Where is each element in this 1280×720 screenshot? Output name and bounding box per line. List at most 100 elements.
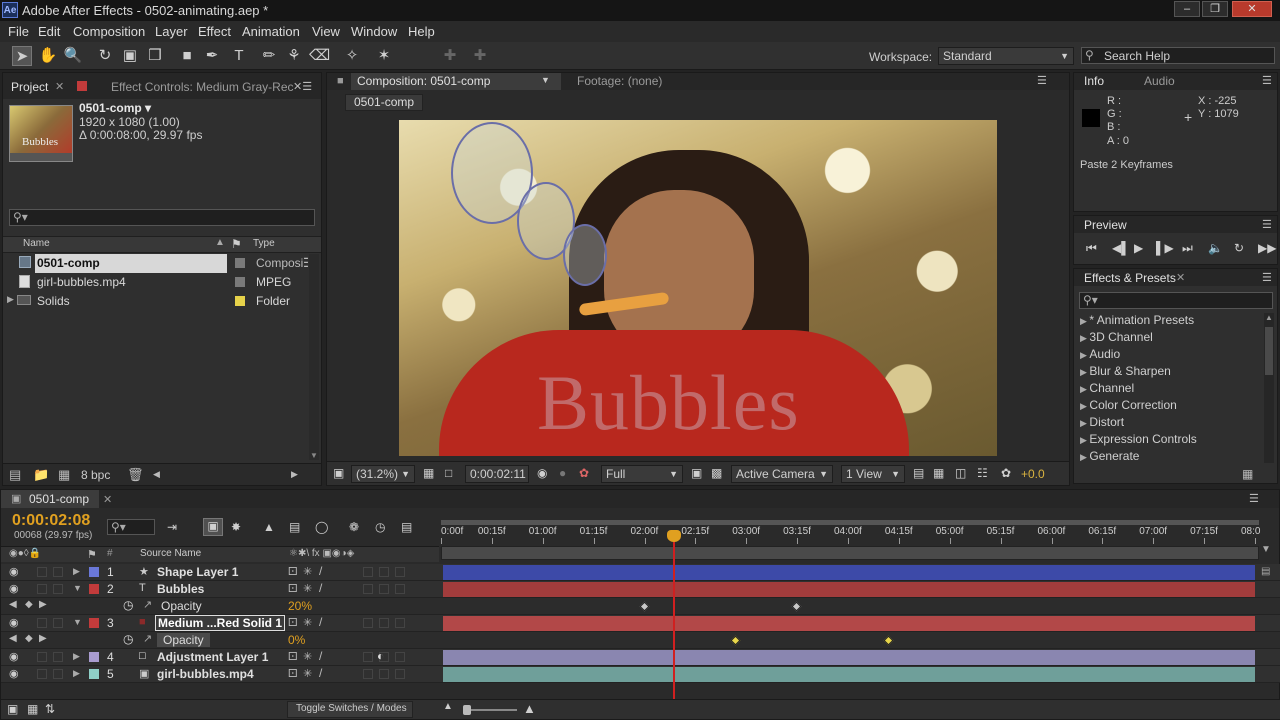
- layer-row[interactable]: ◉ ▼ 3 ■ Medium ...Red Solid 1 ⚀ ✳ /: [1, 615, 1280, 632]
- composition-viewer[interactable]: Bubbles: [399, 120, 997, 456]
- quality-switch-icon[interactable]: /: [319, 666, 322, 680]
- label-color-swatch[interactable]: [89, 584, 99, 594]
- label-color-swatch[interactable]: [89, 669, 99, 679]
- expand-arrow-icon[interactable]: ▶: [73, 566, 80, 577]
- solo-box[interactable]: [37, 669, 47, 679]
- effect-switch-box[interactable]: [363, 669, 373, 679]
- source-name-header[interactable]: Source Name: [140, 548, 201, 559]
- rectangle-tool-icon[interactable]: ■: [177, 46, 197, 66]
- layer-row[interactable]: ◉ ▶ 1 ★ Shape Layer 1 ⚀ ✳ /: [1, 564, 1280, 581]
- shy-switch-icon[interactable]: ⚀: [288, 616, 298, 629]
- panel-menu-icon[interactable]: ☰: [1249, 492, 1259, 505]
- close-button[interactable]: ✕: [1232, 1, 1272, 17]
- toggle-switches-modes-button[interactable]: Toggle Switches / Modes: [287, 701, 413, 718]
- chevron-down-icon[interactable]: ▼: [73, 583, 82, 593]
- menu-animation[interactable]: Animation: [242, 24, 300, 39]
- mask-visibility-icon[interactable]: □: [445, 466, 452, 480]
- motion-blur-box[interactable]: [379, 584, 389, 594]
- layer-name[interactable]: Shape Layer 1: [157, 565, 238, 579]
- scroll-up-icon[interactable]: ▲: [1265, 313, 1273, 322]
- menu-window[interactable]: Window: [351, 24, 397, 39]
- show-snapshot-icon[interactable]: ●: [559, 466, 566, 480]
- solo-box[interactable]: [37, 618, 47, 628]
- eye-icon[interactable]: ◉: [9, 667, 19, 680]
- restore-button[interactable]: ❐: [1202, 1, 1228, 17]
- label-color-swatch[interactable]: [235, 296, 245, 306]
- resolution-dropdown[interactable]: Full ▼: [601, 465, 683, 483]
- shy-switch-icon[interactable]: ⚀: [288, 582, 298, 595]
- scroll-left-icon[interactable]: ◀: [153, 469, 160, 480]
- effect-category[interactable]: ▶ Generate: [1080, 449, 1139, 463]
- close-icon[interactable]: ✕: [1176, 271, 1185, 284]
- next-keyframe-icon[interactable]: ▶: [39, 633, 47, 644]
- new-composition-icon[interactable]: ▦: [58, 467, 70, 483]
- shy-switch-icon[interactable]: ⚀: [288, 650, 298, 663]
- loop-icon[interactable]: ↻: [1234, 241, 1244, 255]
- always-preview-icon[interactable]: ▣: [333, 466, 344, 480]
- lock-box[interactable]: [53, 669, 63, 679]
- effect-category[interactable]: ▶ Audio: [1080, 347, 1120, 361]
- quality-switch-icon[interactable]: /: [319, 615, 322, 629]
- tab-info[interactable]: Info: [1084, 74, 1104, 88]
- menu-effect[interactable]: Effect: [198, 24, 231, 39]
- tab-timeline-comp[interactable]: ▣ 0501-comp: [1, 490, 99, 508]
- panel-menu-icon[interactable]: ☰: [1262, 271, 1272, 284]
- title-action-safe-icon[interactable]: ▦: [423, 466, 434, 480]
- draft-3d-icon[interactable]: ✸: [231, 520, 241, 534]
- tab-footage[interactable]: Footage: (none): [577, 74, 662, 88]
- brainstorm-icon[interactable]: ❁: [349, 520, 359, 534]
- menu-file[interactable]: File: [8, 24, 29, 39]
- property-row[interactable]: ◀ ◆ ▶ ◷ ↗ Opacity 20%: [1, 598, 1280, 615]
- shy-switch-icon[interactable]: ⚀: [288, 667, 298, 680]
- panel-menu-icon[interactable]: ☰: [1262, 74, 1272, 87]
- layer-duration-bar[interactable]: [443, 565, 1255, 580]
- expand-arrow-icon[interactable]: ▶: [73, 668, 80, 679]
- magnification-dropdown[interactable]: (31.2%) ▼: [351, 465, 415, 483]
- audio-icon[interactable]: 🔈: [1208, 241, 1223, 255]
- effect-category[interactable]: ▶ Expression Controls: [1080, 432, 1197, 446]
- region-of-interest-icon[interactable]: ▣: [691, 466, 702, 480]
- timeline-search-input[interactable]: ⚲▾: [107, 519, 155, 535]
- hide-shy-layers-icon[interactable]: ▲: [263, 520, 275, 534]
- adjustment-layer-switch-icon[interactable]: ◐: [377, 649, 384, 663]
- layer-name[interactable]: girl-bubbles.mp4: [157, 667, 254, 681]
- add-keyframe-icon[interactable]: ◆: [25, 599, 33, 610]
- play-icon[interactable]: ▶: [1134, 241, 1143, 255]
- property-value[interactable]: 0%: [288, 633, 305, 647]
- zoom-tool-icon[interactable]: 🔍: [63, 46, 83, 66]
- keyframe[interactable]: [639, 601, 649, 612]
- close-icon[interactable]: ✕: [103, 493, 112, 506]
- rotate-tool-icon[interactable]: ↻: [95, 46, 115, 66]
- menu-help[interactable]: Help: [408, 24, 435, 39]
- tab-composition[interactable]: Composition: 0501-comp ▼: [351, 73, 561, 90]
- label-color-swatch[interactable]: [89, 652, 99, 662]
- collapse-switch-icon[interactable]: ✳: [303, 565, 312, 578]
- lock-box[interactable]: [53, 652, 63, 662]
- scroll-down-icon[interactable]: ▼: [310, 451, 318, 460]
- project-item-row[interactable]: 0501-comp Composi ☷: [3, 254, 321, 273]
- label-column-icon[interactable]: ⚑: [231, 237, 242, 251]
- playhead[interactable]: [666, 530, 681, 700]
- project-scrollbar[interactable]: ▼: [309, 254, 319, 460]
- menu-view[interactable]: View: [312, 24, 340, 39]
- zoom-out-icon[interactable]: ▲: [443, 701, 453, 712]
- effect-switch-box[interactable]: [363, 567, 373, 577]
- new-preset-icon[interactable]: ▦: [1242, 467, 1253, 481]
- column-type-header[interactable]: Type: [253, 238, 275, 249]
- minimize-button[interactable]: –: [1174, 1, 1200, 17]
- channel-icon[interactable]: ✿: [579, 466, 589, 480]
- live-update-icon[interactable]: ▣: [203, 518, 223, 536]
- motion-blur-box[interactable]: [379, 567, 389, 577]
- puppet-tool-icon[interactable]: ✶: [374, 46, 394, 66]
- project-search-input[interactable]: ⚲▾: [9, 209, 315, 226]
- ram-preview-icon[interactable]: ▶▶: [1258, 241, 1276, 255]
- tab-preview[interactable]: Preview: [1084, 218, 1127, 232]
- expand-arrow-icon[interactable]: ▶: [7, 294, 14, 305]
- layer-duration-bar[interactable]: [443, 616, 1255, 631]
- effect-switch-box[interactable]: [363, 618, 373, 628]
- tab-project[interactable]: Project: [11, 80, 48, 94]
- label-color-swatch[interactable]: [235, 258, 245, 268]
- layer-name[interactable]: Medium ...Red Solid 1: [155, 615, 286, 631]
- comp-navigator-icon[interactable]: ▤: [1261, 566, 1270, 577]
- lock-box[interactable]: [53, 567, 63, 577]
